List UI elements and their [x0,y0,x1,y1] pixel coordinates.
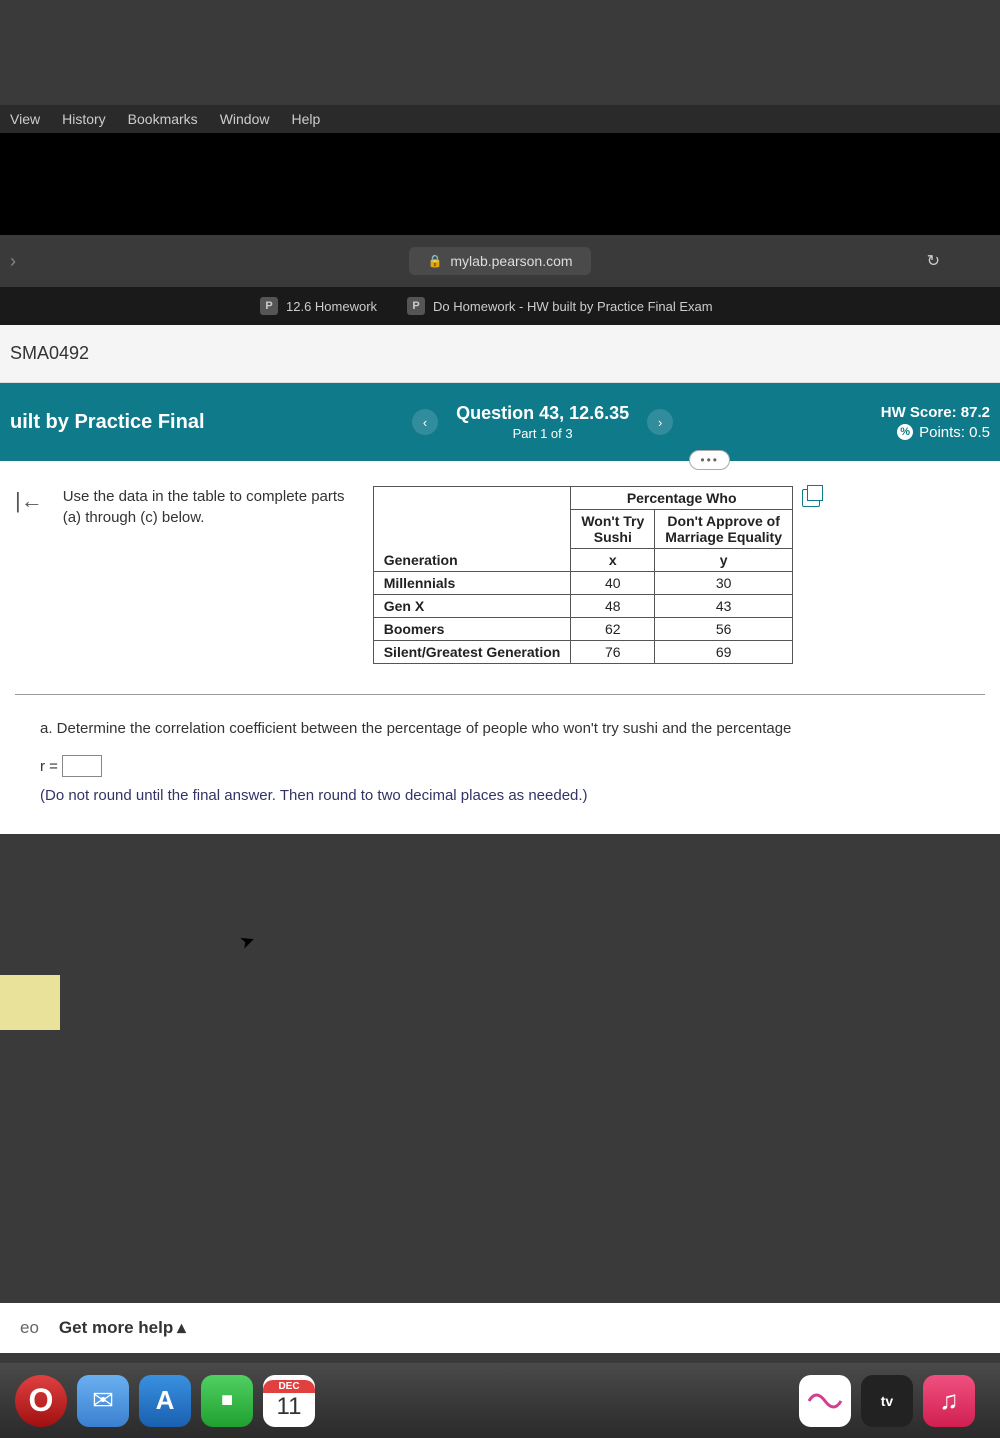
table-super-header: Percentage Who [571,487,793,510]
score-area: HW Score: 87.2 % Points: 0.5 [881,404,990,441]
table-row: Boomers 62 56 [373,618,792,641]
tab-label: 12.6 Homework [286,299,377,314]
dock: DEC 11 tv [0,1363,1000,1438]
tab-label: Do Homework - HW built by Practice Final… [433,299,713,314]
calendar-month: DEC [263,1380,315,1393]
calendar-day: 11 [277,1393,302,1421]
next-question-button[interactable]: › [647,409,673,435]
copy-icon[interactable] [802,489,820,507]
hw-score: HW Score: 87.2 [881,404,990,421]
menu-view[interactable]: View [10,111,40,127]
data-table: Generation Percentage Who Won't TrySushi… [373,486,793,664]
mail-icon[interactable] [77,1375,129,1427]
r-equals-label: r = [40,758,58,775]
eo-label: eo [20,1318,39,1338]
answer-line: r = [40,755,960,777]
points-label: Points: 0.5 [919,424,990,441]
prev-question-button[interactable]: ‹ [412,409,438,435]
menu-history[interactable]: History [62,111,106,127]
back-arrow-icon[interactable]: › [10,251,16,272]
question-title: Question 43, 12.6.35 Part 1 of 3 [456,403,629,441]
cell-x: 40 [571,572,655,595]
cell-y: 30 [655,572,793,595]
percent-icon: % [897,424,913,440]
pearson-icon: P [260,297,278,315]
lock-icon: 🔒 [427,254,442,268]
music-icon[interactable] [923,1375,975,1427]
col-x-header: Won't TrySushi [571,510,655,549]
collapse-arrow-icon[interactable]: |← [15,488,43,514]
cell-gen: Silent/Greatest Generation [373,641,571,664]
cell-x: 76 [571,641,655,664]
col-y-header: Don't Approve ofMarriage Equality [655,510,793,549]
tab-do-homework[interactable]: P Do Homework - HW built by Practice Fin… [407,297,713,315]
divider [15,694,985,695]
bottom-bar: eo Get more help ▴ [0,1303,1000,1353]
part-label: Part 1 of 3 [456,426,629,441]
tabs-bar: P 12.6 Homework P Do Homework - HW built… [0,287,1000,325]
chevron-up-icon: ▴ [177,1318,186,1338]
homework-title: uilt by Practice Final [10,411,205,434]
cursor-icon: ➤ [237,929,258,954]
freeform-icon[interactable] [799,1375,851,1427]
menu-help[interactable]: Help [291,111,320,127]
cell-y: 69 [655,641,793,664]
x-label: x [571,549,655,572]
url-field[interactable]: 🔒 mylab.pearson.com [409,247,590,275]
cell-y: 43 [655,595,793,618]
page-content: SMA0492 uilt by Practice Final ‹ Questio… [0,325,1000,834]
address-bar: › 🔒 mylab.pearson.com ↻ [0,235,1000,287]
yellow-strip [0,975,60,1030]
question-nav: ‹ Question 43, 12.6.35 Part 1 of 3 › [412,403,673,441]
reload-icon[interactable]: ↻ [927,251,940,271]
y-label: y [655,549,793,572]
cell-y: 56 [655,618,793,641]
opera-icon[interactable] [15,1375,67,1427]
table-row: Silent/Greatest Generation 76 69 [373,641,792,664]
answer-input[interactable] [62,755,102,777]
tab-homework[interactable]: P 12.6 Homework [260,297,377,315]
appstore-icon[interactable] [139,1375,191,1427]
get-more-help-button[interactable]: Get more help ▴ [59,1318,186,1338]
cell-x: 48 [571,595,655,618]
generation-header: Generation [373,487,571,572]
menu-bar: View History Bookmarks Window Help [0,105,1000,133]
cell-gen: Gen X [373,595,571,618]
question-body: a. Determine the correlation coefficient… [15,710,985,814]
calendar-icon[interactable]: DEC 11 [263,1375,315,1427]
window-top-black: View History Bookmarks Window Help [0,105,1000,235]
question-number: Question 43, 12.6.35 [456,403,629,424]
appletv-icon[interactable]: tv [861,1375,913,1427]
cell-gen: Boomers [373,618,571,641]
course-code: SMA0492 [0,325,1000,383]
url-text: mylab.pearson.com [450,253,572,269]
menu-window[interactable]: Window [220,111,270,127]
cell-x: 62 [571,618,655,641]
question-header: uilt by Practice Final ‹ Question 43, 12… [0,383,1000,461]
table-row: Millennials 40 30 [373,572,792,595]
facetime-icon[interactable] [201,1375,253,1427]
pearson-icon: P [407,297,425,315]
question-content: |← Use the data in the table to complete… [0,461,1000,834]
more-dots-button[interactable]: ••• [689,450,730,470]
question-prompt: Use the data in the table to complete pa… [63,486,353,528]
cell-gen: Millennials [373,572,571,595]
table-row: Gen X 48 43 [373,595,792,618]
rounding-hint: (Do not round until the final answer. Th… [40,787,960,804]
menu-bookmarks[interactable]: Bookmarks [128,111,198,127]
part-a-text: a. Determine the correlation coefficient… [40,720,960,737]
